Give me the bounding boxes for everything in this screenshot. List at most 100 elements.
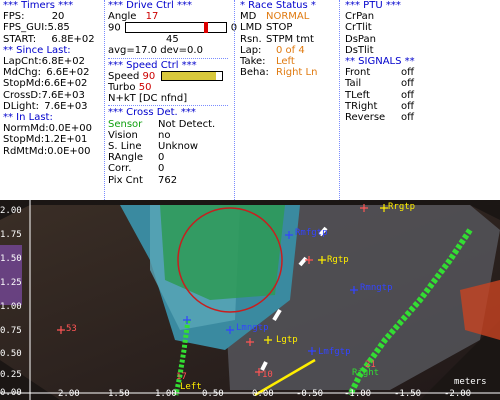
angle-slider[interactable] [124, 22, 227, 34]
avg-value: avg=17.0 [108, 45, 158, 57]
x-tick: 2.00 [58, 389, 80, 399]
stopmd-label: StopMd: [3, 78, 45, 90]
y-tick: 1.00 [0, 302, 22, 312]
speed-bar [161, 70, 224, 81]
stopmd2-row: StopMd:1.2E+01 [3, 134, 103, 145]
rsn-label: Rsn. [240, 33, 262, 45]
take-label: Take: [240, 56, 266, 68]
rdmtmd-value: 0.0E+00 [47, 145, 91, 157]
rangle-label: RAngle [108, 152, 143, 164]
column-divider [104, 0, 106, 200]
signal-name: TLeft [345, 89, 370, 101]
mdchg-row: MdChg: 6.6E+02 [3, 67, 103, 78]
ptu-item-dspan: DsPan [345, 33, 376, 45]
signal-tleft: TLeft off [345, 90, 495, 101]
x-tick: 1.50 [108, 389, 130, 399]
rangle-row: RAngle 0 [108, 152, 228, 163]
signal-name: Tail [345, 78, 362, 90]
y-tick: 0.50 [0, 349, 22, 359]
column-divider [339, 0, 341, 200]
rsn-value: STPM tmt [266, 33, 314, 45]
signal-name: Reverse [345, 112, 386, 124]
rdmtmd-row: RdMtMd:0.0E+00 [3, 146, 103, 157]
beha-row: Beha: Right Ln [240, 67, 340, 78]
rangle-value: 0 [158, 152, 165, 164]
corr-value: 0 [158, 163, 165, 175]
y-tick: 0.25 [0, 370, 22, 380]
angle-label: Angle [108, 11, 137, 23]
stopmd2-value: 1.2E+01 [44, 134, 88, 146]
normmd-row: NormMd:0.0E+00 [3, 123, 103, 134]
marker-label: 17 [176, 372, 187, 382]
marker-label: Rgtp [327, 255, 349, 265]
mdchg-label: MdChg: [3, 67, 42, 79]
signal-tright: TRight off [345, 101, 495, 112]
crossd-value: 7.6E+03 [41, 89, 85, 101]
turbo-value: 50 [138, 81, 152, 93]
ptu-title: *** PTU *** [345, 0, 401, 11]
stopmd-row: StopMd:6.6E+02 [3, 78, 103, 89]
sline-row: S. Line Unknow [108, 141, 228, 152]
pixcnt-label: Pix Cnt [108, 174, 143, 186]
angle-row: Angle 17 [108, 11, 228, 22]
speed-value: 90 [142, 70, 156, 82]
md-value: NORMAL [266, 11, 310, 23]
fps-label: FPS: [3, 11, 25, 23]
angle-slider-row: 90 0 [108, 22, 237, 34]
slider-left-label: 90 [108, 22, 121, 34]
sline-label: S. Line [108, 140, 142, 152]
y-tick: 0.75 [0, 326, 22, 336]
stopmd2-label: StopMd: [3, 134, 45, 146]
normmd-label: NormMd: [3, 123, 49, 135]
ptu-column: *** PTU *** CrPan CrTlit DsPan DsTlit **… [345, 0, 495, 200]
nkt-row: N+kT [DC nfnd] [108, 93, 188, 105]
turbo-row: Turbo 50 [108, 82, 228, 93]
sline-value: Unknow [158, 140, 199, 152]
crossd-row: CrossD:7.6E+03 [3, 90, 103, 101]
y-tick: 1.25 [0, 278, 22, 288]
lapcnt-value: 6.8E+02 [41, 56, 85, 68]
marker-label: Rrgtp [388, 202, 416, 212]
x-tick: -0.50 [296, 389, 324, 399]
fps-gui-row: FPS_GUI:5.85 [3, 22, 103, 33]
speed-row: Speed 90 [108, 70, 228, 82]
ptu-item-dstlit: DsTlit [345, 44, 374, 56]
fps-value: 20 [51, 11, 65, 23]
start-row: START: 6.8E+02 [3, 34, 103, 45]
signal-state: off [401, 78, 415, 90]
camera-view[interactable]: 2.00 1.75 1.50 1.25 1.00 0.75 0.50 0.25 … [0, 200, 500, 400]
lapcnt-label: LapCnt: [3, 56, 42, 68]
lap-label: Lap: [240, 44, 262, 56]
slider-mid-label: 45 [166, 34, 179, 46]
drive-title: *** Drive Ctrl *** [108, 0, 192, 11]
inlast-title: ** In Last: [3, 112, 53, 124]
lmd-row: LMD STOP [240, 22, 340, 33]
pixcnt-value: 762 [158, 174, 178, 186]
signals-title: ** SIGNALS ** [345, 56, 415, 68]
race-title: * Race Status * [240, 0, 316, 11]
signal-state: off [401, 112, 415, 124]
x-tick: 0.00 [252, 389, 274, 399]
rsn-row: Rsn. STPM tmt [240, 34, 340, 45]
marker-label: Rmfgtp [295, 228, 328, 238]
marker-label: Lmngtp [236, 323, 269, 333]
speed-title: *** Speed Ctrl *** [108, 59, 197, 71]
marker-label: Rmngtp [360, 283, 393, 293]
marker-label: Lgtp [276, 335, 298, 345]
lap-value: 0 of 4 [276, 44, 305, 56]
md-label: MD [240, 11, 257, 23]
normmd-value: 0.0E+00 [48, 123, 92, 135]
fps-gui-label: FPS_GUI: [3, 22, 48, 34]
x-tick: -1.00 [344, 389, 372, 399]
turbo-label: Turbo [108, 81, 136, 93]
angle-slider-knob[interactable] [203, 22, 208, 34]
timers-column: *** Timers *** FPS: 20 FPS_GUI:5.85 STAR… [3, 0, 103, 200]
signal-name: Front [345, 67, 371, 79]
sensor-label: Sensor [108, 118, 143, 130]
sensor-row: Sensor Not Detect. [108, 119, 228, 130]
left-lane-label: Left [180, 382, 202, 392]
x-tick: 1.00 [155, 389, 177, 399]
right-lane-label: Right [352, 368, 380, 378]
signal-reverse: Reverse off [345, 112, 495, 123]
vision-label: Vision [108, 129, 138, 141]
